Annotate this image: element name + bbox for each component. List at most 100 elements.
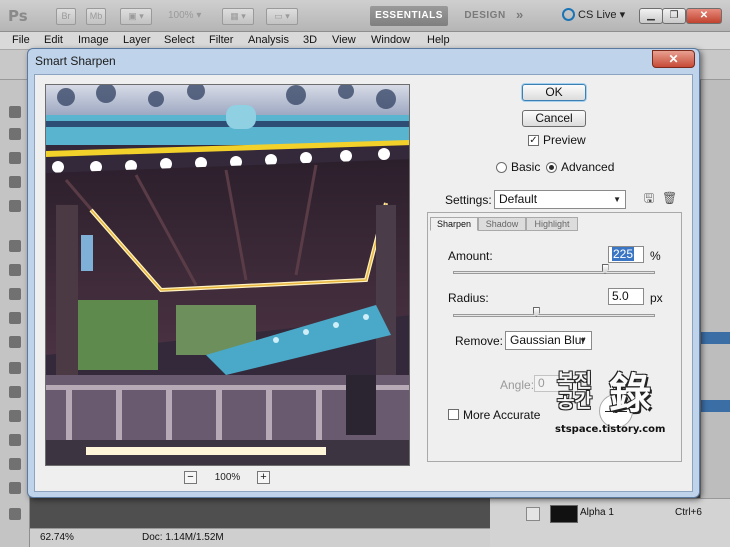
dialog-title: Smart Sharpen [35,54,116,68]
restore-button[interactable]: ❐ [662,8,686,24]
basic-label: Basic [511,160,541,174]
minibridge-button[interactable]: Mb [86,8,106,25]
brush-tool-icon[interactable] [9,240,21,252]
save-settings-icon[interactable]: 🖫 [642,192,656,206]
pavilion-photo [46,85,409,465]
cancel-button[interactable]: Cancel [522,110,586,127]
channel-thumbnail [550,505,578,523]
move-tool-icon[interactable] [9,106,21,118]
settings-select[interactable]: Default ▼ [494,190,626,209]
status-bar: 62.74% Doc: 1.14M/1.52M [30,528,490,547]
menu-filter[interactable]: Filter [209,34,233,46]
more-accurate-label: More Accurate [463,408,541,422]
remove-select[interactable]: Gaussian Blur ▼ [505,331,592,350]
status-zoom[interactable]: 62.74% [40,532,74,543]
amount-slider-track[interactable] [453,271,655,274]
tools-panel [0,80,30,547]
blur-tool-icon[interactable] [9,362,21,374]
menu-view[interactable]: View [332,34,356,46]
dialog-close-button[interactable]: ✕ [652,50,695,68]
zoom-level-value: 100% [168,10,194,21]
delete-settings-icon[interactable]: 🗑 [662,192,677,206]
menu-edit[interactable]: Edit [44,34,63,46]
preview-label: Preview [543,133,586,147]
clone-stamp-tool-icon[interactable] [9,264,21,276]
ok-button[interactable]: OK [522,84,586,101]
panels-dock [700,80,730,547]
angle-value: 0 [538,376,545,390]
channel-name[interactable]: Alpha 1 [580,507,614,518]
radius-slider-track[interactable] [453,314,655,317]
history-brush-tool-icon[interactable] [9,288,21,300]
lasso-tool-icon[interactable] [9,152,21,164]
advanced-radio[interactable] [546,162,557,173]
arrange-documents-button[interactable]: ▦ ▾ [222,8,254,25]
menu-file[interactable]: File [12,34,30,46]
status-doc-size: Doc: 1.14M/1.52M [142,532,224,543]
panel-selected-row [701,332,730,344]
tab-sharpen[interactable]: Sharpen [430,217,478,231]
photoshop-logo: Ps [8,7,28,25]
zoom-out-button[interactable]: − [184,471,197,484]
settings-value: Default [499,192,538,206]
radius-unit: px [650,291,663,305]
menu-image[interactable]: Image [78,34,109,46]
amount-label: Amount: [448,249,493,263]
channels-panel: Alpha 1 Ctrl+6 [490,498,730,547]
screen-mode-button[interactable]: ▭ ▾ [266,8,298,25]
dodge-tool-icon[interactable] [9,386,21,398]
cs-live-label: CS Live [578,9,617,21]
menu-help[interactable]: Help [427,34,450,46]
zoom-in-button[interactable]: + [257,471,270,484]
eraser-tool-icon[interactable] [9,312,21,324]
channel-visibility-toggle[interactable] [526,507,540,521]
channel-shortcut: Ctrl+6 [675,507,702,518]
cs-live-icon [562,8,575,21]
pen-tool-icon[interactable] [9,410,21,422]
workspace-more-icon[interactable]: » [516,7,523,22]
settings-label: Settings: [445,193,492,207]
chevron-down-icon: ▼ [579,336,587,345]
watermark-korean-bottom: 공간 [557,390,592,412]
advanced-label: Advanced [561,160,615,174]
menu-select[interactable]: Select [164,34,195,46]
zoom-level-select[interactable]: 100% ▾ [168,10,201,21]
radius-label: Radius: [448,291,489,305]
tab-highlight[interactable]: Highlight [526,217,578,231]
watermark-logo: 복진 공간 錄 stspace.tistory.com [555,360,665,438]
preview-checkbox[interactable]: ✓ [528,135,539,146]
preview-image[interactable] [45,84,410,466]
workspace-design[interactable]: DESIGN [456,6,514,26]
view-extras-button[interactable]: ▣ ▾ [120,8,152,25]
minimize-button[interactable]: ▁ [639,8,663,24]
chevron-down-icon: ▼ [613,195,621,204]
preview-zoom-value: 100% [214,472,241,483]
path-select-tool-icon[interactable] [9,458,21,470]
basic-radio[interactable] [496,162,507,173]
quick-select-tool-icon[interactable] [9,176,21,188]
marquee-tool-icon[interactable] [9,128,21,140]
menu-layer[interactable]: Layer [123,34,151,46]
menu-3d[interactable]: 3D [303,34,317,46]
remove-label: Remove: [455,334,504,348]
hand-tool-icon[interactable] [9,508,21,520]
app-close-button[interactable]: ✕ [686,8,722,24]
amount-unit: % [650,249,661,263]
watermark-url: stspace.tistory.com [555,424,666,435]
radius-value: 5.0 [612,289,629,303]
crop-tool-icon[interactable] [9,200,21,212]
menu-analysis[interactable]: Analysis [248,34,289,46]
workspace-essentials[interactable]: ESSENTIALS [370,6,448,26]
radius-input[interactable]: 5.0 [608,288,644,305]
amount-input[interactable]: 225 [608,246,644,263]
cs-live-menu[interactable]: CS Live ▾ [562,8,625,21]
tab-shadow[interactable]: Shadow [478,217,526,231]
type-tool-icon[interactable] [9,434,21,446]
shape-tool-icon[interactable] [9,482,21,494]
gradient-tool-icon[interactable] [9,336,21,348]
bridge-button[interactable]: Br [56,8,76,25]
amount-value: 225 [612,247,635,261]
panel-selected-row-2 [701,400,730,412]
menu-window[interactable]: Window [371,34,410,46]
more-accurate-checkbox[interactable] [448,409,459,420]
